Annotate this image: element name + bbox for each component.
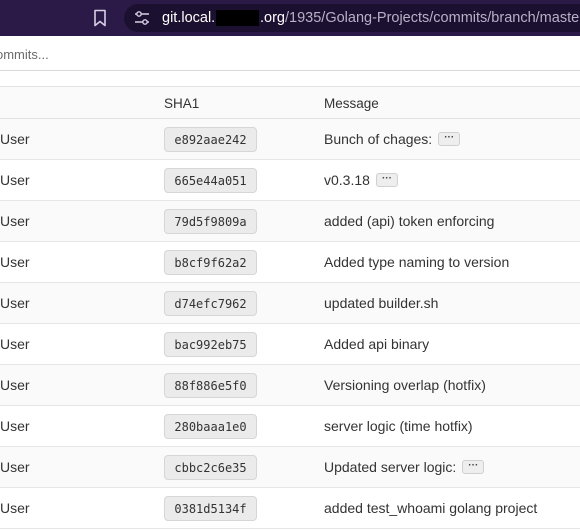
commit-message-link[interactable]: Bunch of chages:	[324, 131, 432, 147]
commit-message-link[interactable]: Added type naming to version	[324, 254, 509, 270]
commit-message-link[interactable]: Versioning overlap (hotfix)	[324, 377, 486, 393]
table-row: User d74efc7962 updated builder.sh···	[0, 283, 580, 324]
commit-sha-button[interactable]: 79d5f9809a	[164, 209, 257, 234]
table-row: User 0381d5134f added test_whoami golang p…	[0, 488, 580, 529]
table-row: User 665e44a051 v0.3.18 ···	[0, 160, 580, 201]
commit-author[interactable]: User	[0, 131, 30, 147]
commit-author[interactable]: User	[0, 295, 30, 311]
ellipsis-icon[interactable]: ···	[375, 173, 398, 187]
commit-search-input[interactable]	[0, 44, 296, 64]
commits-table: SHA1 Message User e892aae242 Bunch of chag…	[0, 86, 580, 529]
commit-message-link[interactable]: added test_whoami golang project	[324, 500, 537, 516]
commit-author[interactable]: User	[0, 459, 30, 475]
commit-message-link[interactable]: v0.3.18	[324, 172, 370, 188]
commit-author[interactable]: User	[0, 418, 30, 434]
commit-message-link[interactable]: server logic (time hotfix)	[324, 418, 473, 434]
ellipsis-icon[interactable]: ···	[462, 460, 485, 474]
tune-icon[interactable]	[134, 10, 150, 26]
url-redaction	[216, 10, 259, 26]
commit-message: Added api binary···	[324, 336, 429, 352]
commit-message: v0.3.18 ···	[324, 172, 398, 188]
commit-sha-button[interactable]: 280baaa1e0	[164, 414, 257, 439]
commit-sha-button[interactable]: e892aae242	[164, 127, 257, 152]
commit-sha-button[interactable]: 665e44a051	[164, 168, 257, 193]
commit-sha-button[interactable]: d74efc7962	[164, 291, 257, 316]
commit-author[interactable]: User	[0, 377, 30, 393]
commit-author[interactable]: User	[0, 213, 30, 229]
commit-message: updated builder.sh···	[324, 295, 438, 311]
table-row: User b8cf9f62a2 Added type naming to versi…	[0, 242, 580, 283]
commit-message: added (api) token enforcing···	[324, 213, 494, 229]
column-header-message: Message	[324, 96, 379, 111]
commit-sha-button[interactable]: b8cf9f62a2	[164, 250, 257, 275]
table-body: User e892aae242 Bunch of chages: ··· User 665…	[0, 119, 580, 529]
address-bar[interactable]: git.local. .org/1935/Golang-Projects/comm…	[124, 4, 580, 32]
table-row: User cbbc2c6e35 Updated server logic: ···	[0, 447, 580, 488]
url-path: /1935/Golang-Projects/commits/branch/mas…	[285, 10, 580, 26]
url-host-suffix: .org	[260, 10, 285, 26]
commit-message-link[interactable]: Updated server logic:	[324, 459, 456, 475]
ellipsis-icon[interactable]: ···	[438, 132, 461, 146]
commit-message: Added type naming to version···	[324, 254, 509, 270]
commit-message: server logic (time hotfix)···	[324, 418, 473, 434]
column-header-sha: SHA1	[164, 96, 200, 111]
table-row: User 79d5f9809a added (api) token enforcin…	[0, 201, 580, 242]
bookmark-icon[interactable]	[92, 9, 108, 27]
table-header: SHA1 Message	[0, 86, 580, 119]
commit-message: added test_whoami golang project···	[324, 500, 537, 516]
commit-search-row	[0, 36, 580, 71]
commit-message-link[interactable]: Added api binary	[324, 336, 429, 352]
table-row: User bac992eb75 Added api binary···	[0, 324, 580, 365]
table-row: User 280baaa1e0 server logic (time hotfix)…	[0, 406, 580, 447]
commit-message-link[interactable]: updated builder.sh	[324, 295, 438, 311]
commit-message: Updated server logic: ···	[324, 459, 485, 475]
browser-toolbar: git.local. .org/1935/Golang-Projects/comm…	[0, 0, 580, 36]
commit-author[interactable]: User	[0, 500, 30, 516]
commit-message-link[interactable]: added (api) token enforcing	[324, 213, 494, 229]
commit-author[interactable]: User	[0, 172, 30, 188]
commit-sha-button[interactable]: cbbc2c6e35	[164, 455, 257, 480]
commit-message: Versioning overlap (hotfix)···	[324, 377, 486, 393]
commit-sha-button[interactable]: 88f886e5f0	[164, 373, 257, 398]
table-row: User 88f886e5f0 Versioning overlap (hotfix…	[0, 365, 580, 406]
commit-message: Bunch of chages: ···	[324, 131, 461, 147]
commit-sha-button[interactable]: bac992eb75	[164, 332, 257, 357]
commit-sha-button[interactable]: 0381d5134f	[164, 496, 257, 521]
table-row: User e892aae242 Bunch of chages: ···	[0, 119, 580, 160]
url-host: git.local.	[162, 10, 216, 26]
commit-author[interactable]: User	[0, 336, 30, 352]
commit-author[interactable]: User	[0, 254, 30, 270]
